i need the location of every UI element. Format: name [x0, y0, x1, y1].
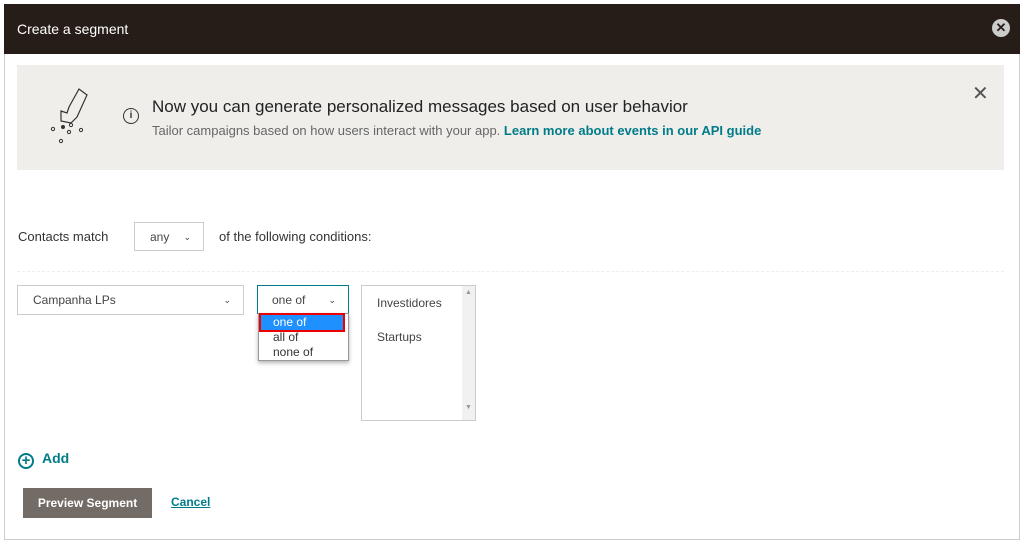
plus-circle-icon: +: [18, 453, 34, 469]
operator-dropdown: one of all of none of: [258, 313, 349, 361]
divider: [17, 271, 1004, 272]
chevron-down-icon: ⌄: [328, 295, 336, 305]
conditions-label: of the following conditions:: [219, 229, 372, 244]
match-select[interactable]: any ⌄: [134, 222, 204, 251]
modal-title: Create a segment: [17, 21, 129, 37]
modal-header: Create a segment ✕: [4, 4, 1020, 54]
scrollbar[interactable]: ▲ ▼: [462, 286, 475, 420]
operator-select[interactable]: one of ⌄: [257, 285, 349, 314]
cancel-link[interactable]: Cancel: [171, 495, 210, 509]
add-condition-button[interactable]: + Add: [18, 450, 69, 469]
close-banner-icon[interactable]: ✕: [972, 81, 989, 106]
field-select[interactable]: Campanha LPs ⌄: [17, 285, 244, 315]
option-none-of[interactable]: none of: [259, 345, 348, 360]
preview-segment-button[interactable]: Preview Segment: [23, 488, 152, 518]
chevron-down-icon: ⌄: [223, 295, 231, 305]
contacts-match-label: Contacts match: [18, 229, 109, 244]
chevron-down-icon: ⌄: [183, 232, 191, 242]
values-listbox[interactable]: Investidores Startups ▲ ▼: [361, 285, 476, 421]
info-icon: i: [123, 108, 139, 124]
option-one-of[interactable]: one of: [259, 313, 345, 332]
value-option[interactable]: Startups: [377, 330, 422, 344]
banner-heading: Now you can generate personalized messag…: [152, 97, 688, 116]
banner-text: Tailor campaigns based on how users inte…: [152, 123, 762, 138]
value-option[interactable]: Investidores: [377, 296, 442, 310]
close-icon[interactable]: ✕: [992, 19, 1010, 37]
info-banner: i Now you can generate personalized mess…: [17, 65, 1004, 170]
pointing-hand-illustration-icon: [50, 88, 88, 144]
option-all-of[interactable]: all of: [259, 330, 348, 345]
api-guide-link[interactable]: Learn more about events in our API guide: [504, 123, 761, 138]
